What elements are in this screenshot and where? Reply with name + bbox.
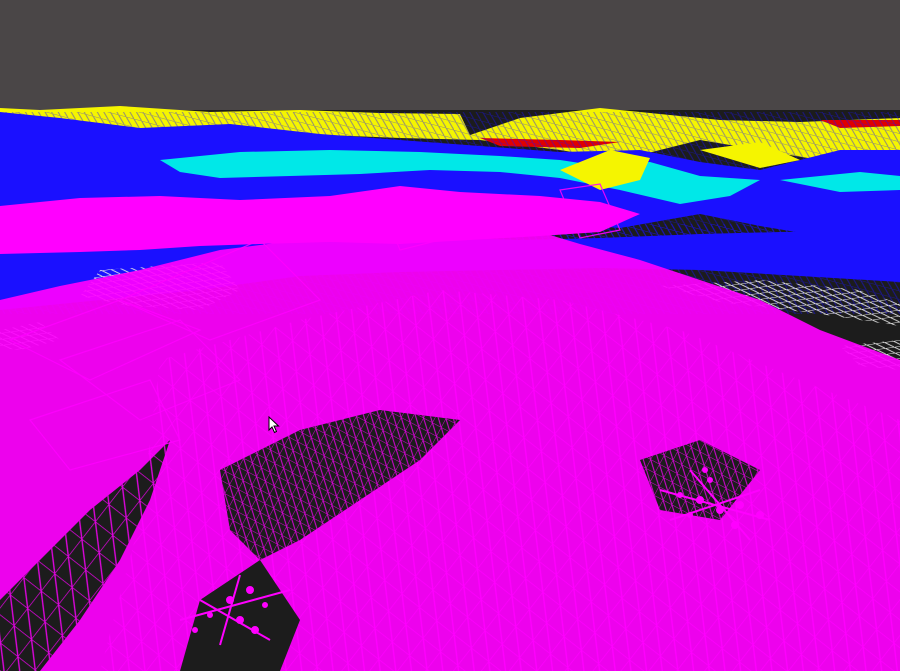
3d-viewport[interactable] [0, 0, 900, 671]
sky-background [0, 0, 900, 120]
terrain-scene[interactable] [0, 0, 900, 671]
arrow-cursor-icon [268, 416, 280, 434]
